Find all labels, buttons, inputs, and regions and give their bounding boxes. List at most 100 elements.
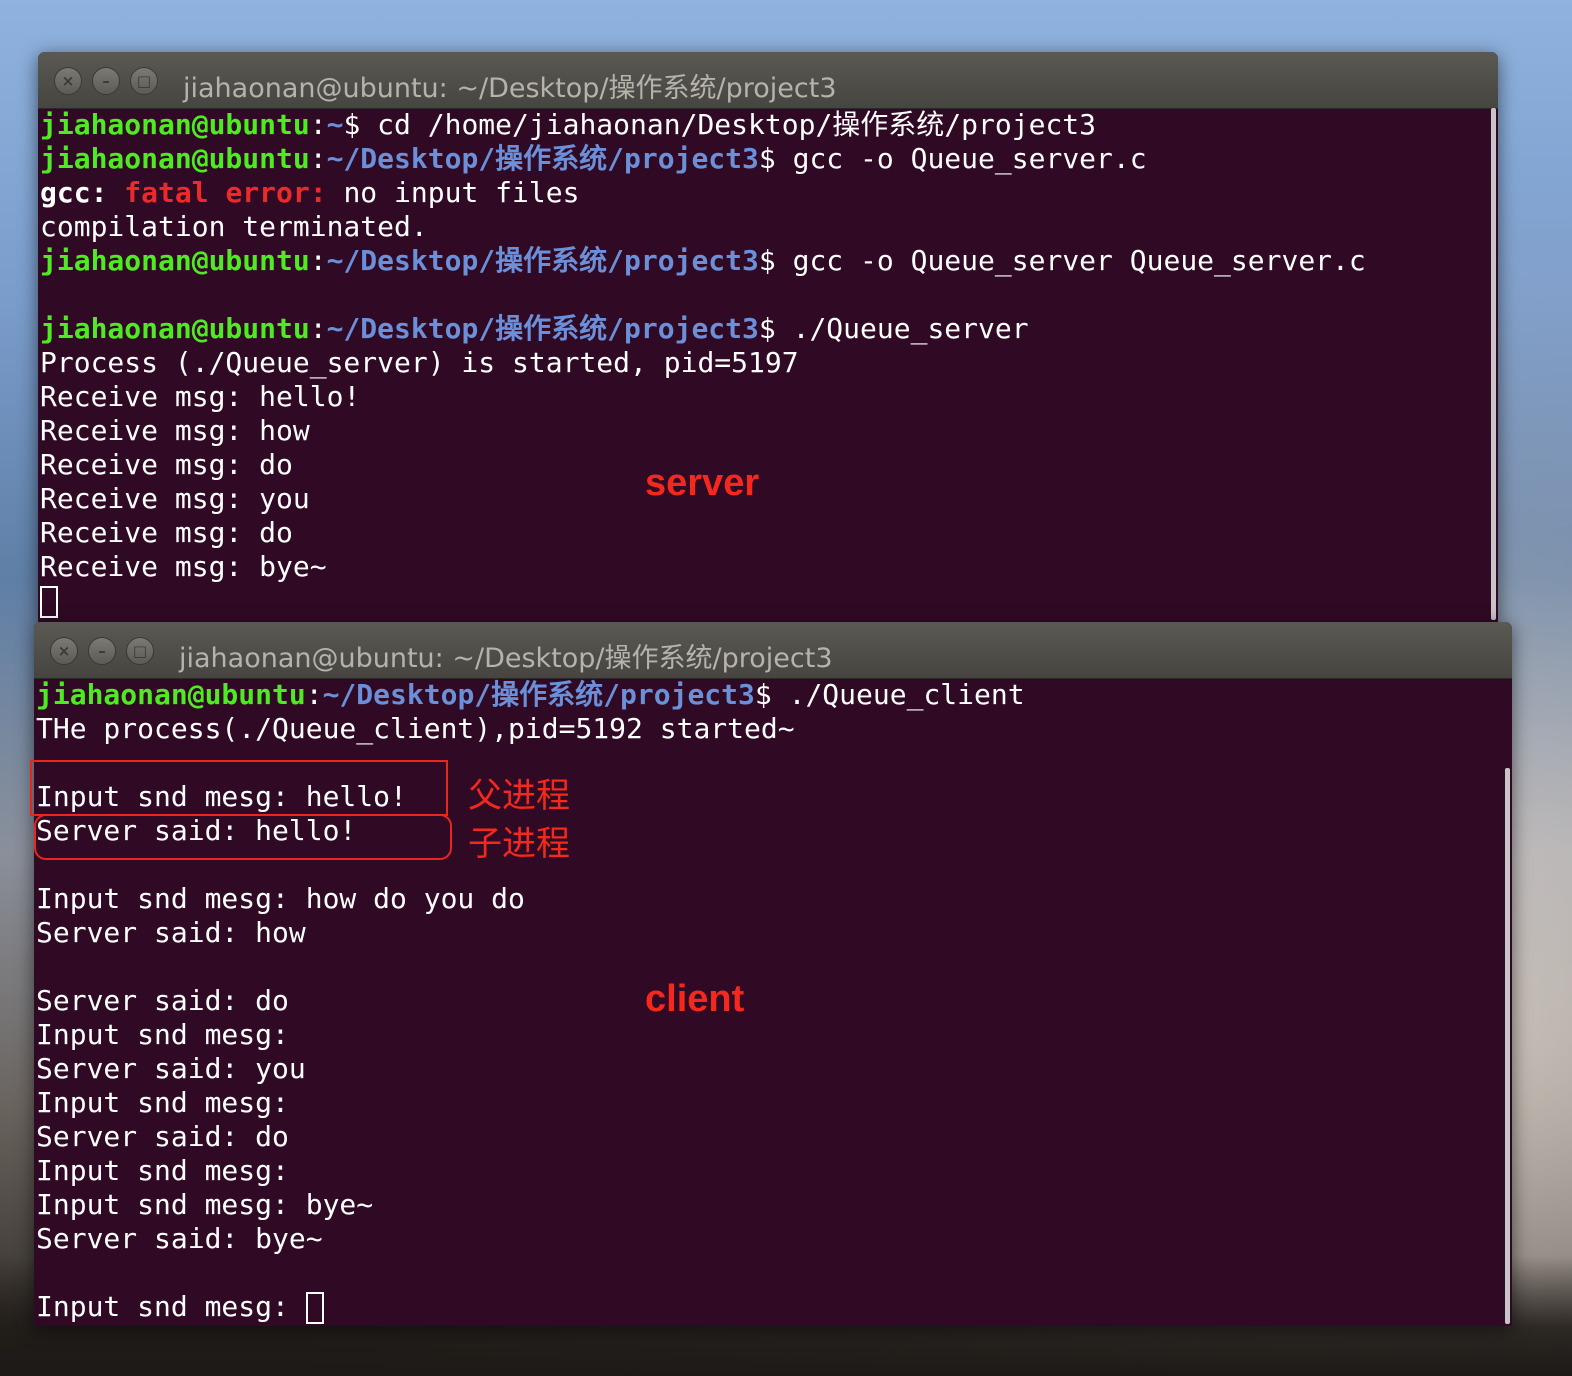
output-text: Receive msg: do <box>40 448 293 481</box>
output-text: Receive msg: you <box>40 482 310 515</box>
server-terminal-window[interactable]: × – □ jiahaonan@ubuntu: ~/Desktop/操作系统/p… <box>38 52 1498 622</box>
command-text: gcc -o Queue_server.c <box>792 142 1147 175</box>
error-source: gcc: <box>40 176 108 209</box>
prompt-dollar: $ <box>758 142 793 175</box>
terminal-line: gcc: fatal error: no input files <box>40 176 1498 210</box>
command-text: ./Queue_server <box>792 312 1029 345</box>
terminal-line: Input snd mesg: <box>36 1154 1512 1188</box>
command-text: cd /home/jiahaonan/Desktop/操作系统/project3 <box>377 108 1097 141</box>
command-text: gcc -o Queue_server Queue_server.c <box>792 244 1366 277</box>
server-terminal-output[interactable]: jiahaonan@ubuntu:~$ cd /home/jiahaonan/D… <box>38 108 1498 622</box>
output-text: Input snd mesg: how do you do <box>36 882 525 915</box>
terminal-line: Input snd mesg: <box>36 1086 1512 1120</box>
close-button[interactable]: × <box>54 67 82 95</box>
prompt-path: ~/Desktop/操作系统/project3 <box>326 244 759 277</box>
terminal-line: Input snd mesg: how do you do <box>36 882 1512 916</box>
output-text: Server said: do <box>36 984 289 1017</box>
terminal-line: Receive msg: you <box>40 482 1498 516</box>
prompt-separator: : <box>309 244 327 277</box>
output-text: Input snd mesg: <box>36 1018 289 1051</box>
terminal-line: Input snd mesg: <box>36 1018 1512 1052</box>
output-text: Server said: you <box>36 1052 306 1085</box>
terminal-line: jiahaonan@ubuntu:~$ cd /home/jiahaonan/D… <box>40 108 1498 142</box>
minimize-button[interactable]: – <box>92 67 120 95</box>
output-text: compilation terminated. <box>40 210 428 243</box>
prompt-user: jiahaonan@ubuntu <box>40 142 310 175</box>
client-terminal-window[interactable]: × – □ jiahaonan@ubuntu: ~/Desktop/操作系统/p… <box>34 622 1512 1326</box>
minimize-button[interactable]: – <box>88 637 116 665</box>
output-text: Receive msg: do <box>40 516 293 549</box>
prompt-path: ~/Desktop/操作系统/project3 <box>322 678 755 711</box>
cursor-line <box>40 584 1498 618</box>
terminal-line: compilation terminated. <box>40 210 1498 244</box>
terminal-line: Receive msg: do <box>40 448 1498 482</box>
output-text: Input snd mesg: <box>36 1154 289 1187</box>
terminal-line: Receive msg: how <box>40 414 1498 448</box>
client-annotation: client <box>645 978 745 1020</box>
output-text: THe process(./Queue_client),pid=5192 sta… <box>36 712 795 745</box>
child-process-annotation: 子进程 <box>468 825 570 863</box>
client-titlebar[interactable]: × – □ jiahaonan@ubuntu: ~/Desktop/操作系统/p… <box>34 622 1512 679</box>
terminal-line: Server said: how <box>36 916 1512 950</box>
prompt-separator: : <box>309 312 327 345</box>
error-label: fatal error: <box>124 176 327 209</box>
terminal-line: jiahaonan@ubuntu:~/Desktop/操作系统/project3… <box>40 244 1498 278</box>
prompt-dollar: $ <box>343 108 378 141</box>
output-text: Process (./Queue_server) is started, pid… <box>40 346 799 379</box>
terminal-line: Server said: bye~ <box>36 1222 1512 1256</box>
terminal-line: Server said: do <box>36 1120 1512 1154</box>
output-text: Receive msg: hello! <box>40 380 361 413</box>
prompt-user: jiahaonan@ubuntu <box>40 312 310 345</box>
terminal-line: Process (./Queue_server) is started, pid… <box>40 346 1498 380</box>
prompt-dollar: $ <box>758 312 793 345</box>
scrollbar[interactable] <box>1491 108 1496 620</box>
output-text: Receive msg: how <box>40 414 310 447</box>
prompt-path: ~ <box>326 108 344 141</box>
prompt-separator: : <box>305 678 323 711</box>
terminal-line: jiahaonan@ubuntu:~/Desktop/操作系统/project3… <box>40 142 1498 176</box>
terminal-line: jiahaonan@ubuntu:~/Desktop/操作系统/project3… <box>40 312 1498 346</box>
output-text: Input snd mesg: <box>36 1086 289 1119</box>
prompt-dollar: $ <box>758 244 793 277</box>
output-text: Receive msg: bye~ <box>40 550 327 583</box>
window-title: jiahaonan@ubuntu: ~/Desktop/操作系统/project… <box>183 73 837 104</box>
terminal-line: Receive msg: hello! <box>40 380 1498 414</box>
scrollbar[interactable] <box>1505 768 1510 1324</box>
prompt-user: jiahaonan@ubuntu <box>40 244 310 277</box>
output-text: Server said: do <box>36 1120 289 1153</box>
maximize-button[interactable]: □ <box>130 67 158 95</box>
prompt-separator: : <box>309 142 327 175</box>
terminal-line: jiahaonan@ubuntu:~/Desktop/操作系统/project3… <box>36 678 1512 712</box>
prompt-dollar: $ <box>754 678 789 711</box>
prompt-path: ~/Desktop/操作系统/project3 <box>326 142 759 175</box>
maximize-button[interactable]: □ <box>126 637 154 665</box>
terminal-line: Receive msg: bye~ <box>40 550 1498 584</box>
server-annotation: server <box>645 462 760 504</box>
command-text: ./Queue_client <box>788 678 1025 711</box>
close-button[interactable]: × <box>50 637 78 665</box>
text-cursor[interactable] <box>40 586 58 618</box>
prompt-separator: : <box>309 108 327 141</box>
parent-process-annotation: 父进程 <box>468 777 570 815</box>
text-cursor[interactable] <box>305 1292 324 1324</box>
server-titlebar[interactable]: × – □ jiahaonan@ubuntu: ~/Desktop/操作系统/p… <box>38 52 1498 109</box>
prompt-path: ~/Desktop/操作系统/project3 <box>326 312 759 345</box>
output-text: Input snd mesg: bye~ <box>36 1188 374 1221</box>
window-title: jiahaonan@ubuntu: ~/Desktop/操作系统/project… <box>179 643 833 674</box>
prompt-user: jiahaonan@ubuntu <box>40 108 310 141</box>
terminal-line: THe process(./Queue_client),pid=5192 sta… <box>36 712 1512 746</box>
child-highlight-box <box>34 814 452 860</box>
terminal-line: Input snd mesg: bye~ <box>36 1188 1512 1222</box>
terminal-line: Server said: you <box>36 1052 1512 1086</box>
terminal-line: Receive msg: do <box>40 516 1498 550</box>
terminal-line: Input snd mesg: <box>36 1290 1512 1324</box>
prompt-user: jiahaonan@ubuntu <box>36 678 306 711</box>
parent-highlight-box <box>30 760 448 816</box>
output-text: Server said: bye~ <box>36 1222 323 1255</box>
terminal-line: Server said: do <box>36 984 1512 1018</box>
output-text: Server said: how <box>36 916 306 949</box>
